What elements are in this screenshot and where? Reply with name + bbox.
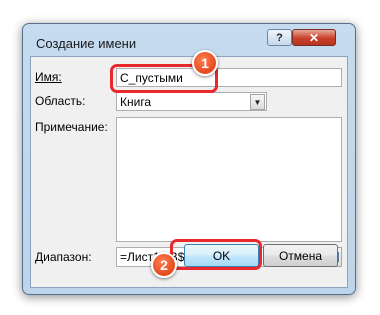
scope-label: Область: [35, 94, 86, 108]
scope-value: Книга [120, 95, 152, 109]
ok-button-highlight [170, 239, 262, 270]
cancel-button[interactable]: Отмена [263, 244, 338, 267]
dropdown-arrow-icon[interactable]: ▼ [250, 94, 265, 110]
close-icon: ✕ [308, 30, 320, 45]
range-label: Диапазон: [35, 250, 92, 264]
close-button[interactable]: ✕ [292, 29, 336, 46]
help-icon: ? [276, 31, 283, 44]
name-label: Имя: [35, 70, 62, 84]
comment-textarea[interactable] [116, 117, 342, 242]
comment-label: Примечание: [35, 120, 108, 134]
help-button[interactable]: ? [267, 29, 292, 46]
name-label-text: Имя: [35, 70, 62, 84]
scope-select[interactable]: Книга ▼ [116, 92, 267, 111]
step-1-badge: 1 [192, 50, 218, 76]
step-2-badge: 2 [151, 252, 177, 278]
dialog-title: Создание имени [36, 36, 137, 51]
